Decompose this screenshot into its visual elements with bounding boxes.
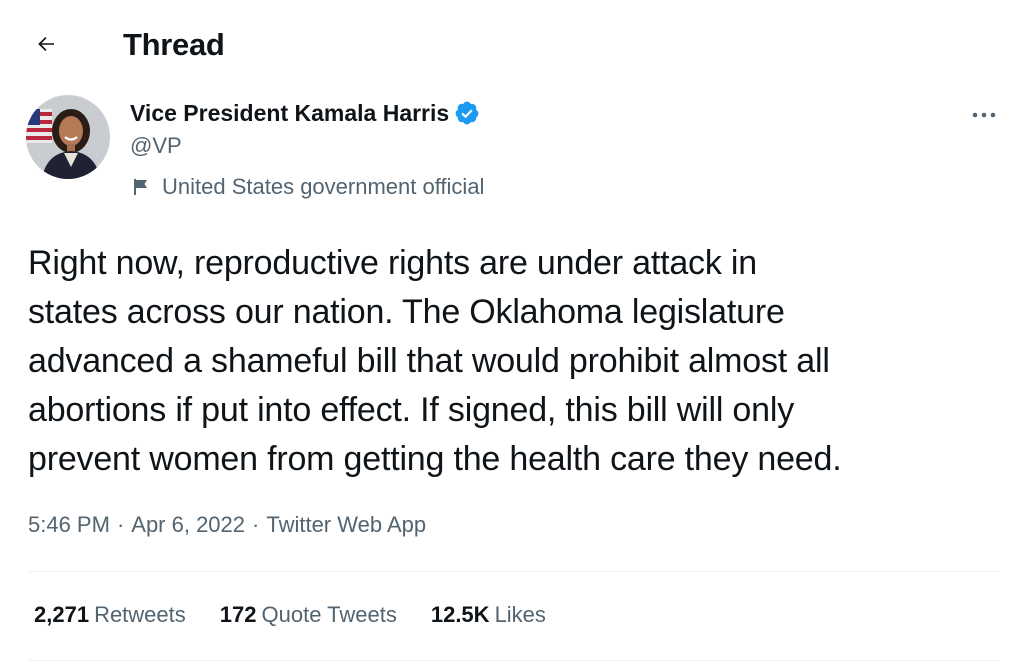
verified-badge-icon <box>454 100 480 126</box>
quote-tweets-label: Quote Tweets <box>261 602 397 627</box>
more-horizontal-icon <box>971 107 997 125</box>
more-options-button[interactable] <box>966 98 1002 134</box>
author-name[interactable]: Vice President Kamala Harris <box>130 98 480 128</box>
government-label[interactable]: United States government official <box>132 173 484 201</box>
quote-tweets-count: 172 <box>219 602 257 627</box>
flag-icon <box>132 177 152 197</box>
tweet-date[interactable]: Apr 6, 2022 <box>131 510 245 540</box>
separator-dot: · <box>252 512 260 537</box>
page-title: Thread <box>123 27 225 62</box>
thread-header: Thread <box>0 0 1024 92</box>
tweet-source[interactable]: Twitter Web App <box>266 510 426 540</box>
retweets-count: 2,271 <box>34 602 90 627</box>
divider <box>28 571 1000 572</box>
author-name-text: Vice President Kamala Harris <box>130 100 450 126</box>
avatar[interactable] <box>26 95 110 179</box>
likes-stat[interactable]: 12.5K Likes <box>431 600 546 630</box>
government-label-text: United States government official <box>162 174 485 199</box>
tweet-text: Right now, reproductive rights are under… <box>28 244 842 478</box>
retweets-label: Retweets <box>94 602 186 627</box>
retweets-stat[interactable]: 2,271 Retweets <box>34 600 186 630</box>
likes-count: 12.5K <box>430 602 490 627</box>
tweet-time[interactable]: 5:46 PM <box>28 510 110 540</box>
quote-tweets-stat[interactable]: 172 Quote Tweets <box>220 600 397 630</box>
arrow-left-icon <box>34 32 58 61</box>
tweet-stats: 2,271 Retweets 172 Quote Tweets 12.5K Likes <box>34 600 580 630</box>
likes-label: Likes <box>494 602 546 627</box>
back-button[interactable] <box>28 28 64 64</box>
separator-dot: · <box>116 512 125 537</box>
author-handle[interactable]: @VP <box>130 132 182 160</box>
divider <box>28 660 1000 661</box>
tweet-metadata: 5:46 PM · Apr 6, 2022 · Twitter Web App <box>28 510 426 540</box>
